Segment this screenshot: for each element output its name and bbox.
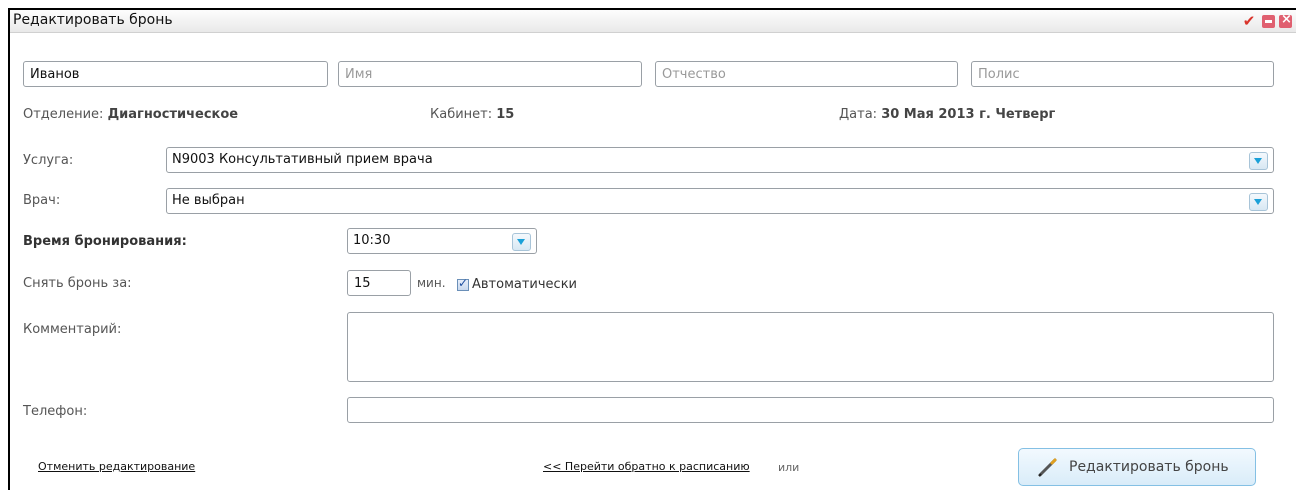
service-label: Услуга: [23, 153, 74, 168]
cabinet-label: Кабинет: [430, 107, 493, 122]
cabinet-info: Кабинет: 15 [430, 107, 514, 122]
back-to-schedule-link[interactable]: << Перейти обратно к расписанию [543, 460, 750, 473]
release-label: Снять бронь за: [23, 276, 132, 291]
auto-checkbox[interactable] [457, 276, 469, 291]
pencil-icon [1038, 458, 1057, 477]
date-value: 30 Мая 2013 г. Четверг [881, 107, 1056, 122]
comment-textarea[interactable] [347, 312, 1274, 382]
release-minutes-input[interactable] [347, 270, 411, 296]
patronymic-input[interactable] [655, 61, 958, 87]
date-label: Дата: [839, 107, 878, 122]
chevron-down-icon[interactable] [1249, 193, 1268, 211]
doctor-value: Не выбран [172, 193, 245, 208]
title-bar: Редактировать бронь ✔ [10, 10, 1296, 33]
booking-time-select[interactable]: 10:30 [347, 228, 537, 254]
phone-input[interactable] [347, 397, 1274, 423]
booking-time-value: 10:30 [353, 233, 391, 248]
cabinet-value: 15 [496, 107, 515, 122]
checkmark-icon[interactable]: ✔ [1240, 14, 1258, 29]
phone-label: Телефон: [23, 404, 88, 419]
comment-label: Комментарий: [23, 322, 122, 337]
chevron-down-icon[interactable] [512, 233, 531, 251]
close-icon[interactable] [1279, 12, 1292, 28]
window-title: Редактировать бронь [13, 12, 173, 28]
title-bar-controls: ✔ [1240, 12, 1292, 29]
date-info: Дата: 30 Мая 2013 г. Четверг [839, 107, 1055, 122]
booking-time-label: Время бронирования: [23, 234, 187, 249]
policy-input[interactable] [971, 61, 1274, 87]
submit-button-label: Редактировать бронь [1069, 459, 1229, 475]
lastname-input[interactable] [23, 61, 328, 87]
doctor-select[interactable]: Не выбран [166, 188, 1274, 214]
chevron-down-icon[interactable] [1249, 152, 1268, 170]
or-text: или [778, 461, 800, 474]
auto-label: Автоматически [472, 277, 578, 292]
submit-edit-button[interactable]: Редактировать бронь [1018, 448, 1256, 486]
doctor-label: Врач: [23, 193, 61, 208]
release-unit: мин. [417, 276, 446, 290]
minimize-icon[interactable] [1262, 14, 1275, 28]
service-value: N9003 Консультативный прием врача [172, 152, 433, 167]
department-label: Отделение: [23, 107, 104, 122]
service-select[interactable]: N9003 Консультативный прием врача [166, 147, 1274, 173]
cancel-edit-link[interactable]: Отменить редактирование [38, 460, 195, 473]
firstname-input[interactable] [338, 61, 642, 87]
department-info: Отделение: Диагностическое [23, 107, 238, 122]
department-value: Диагностическое [107, 107, 239, 122]
